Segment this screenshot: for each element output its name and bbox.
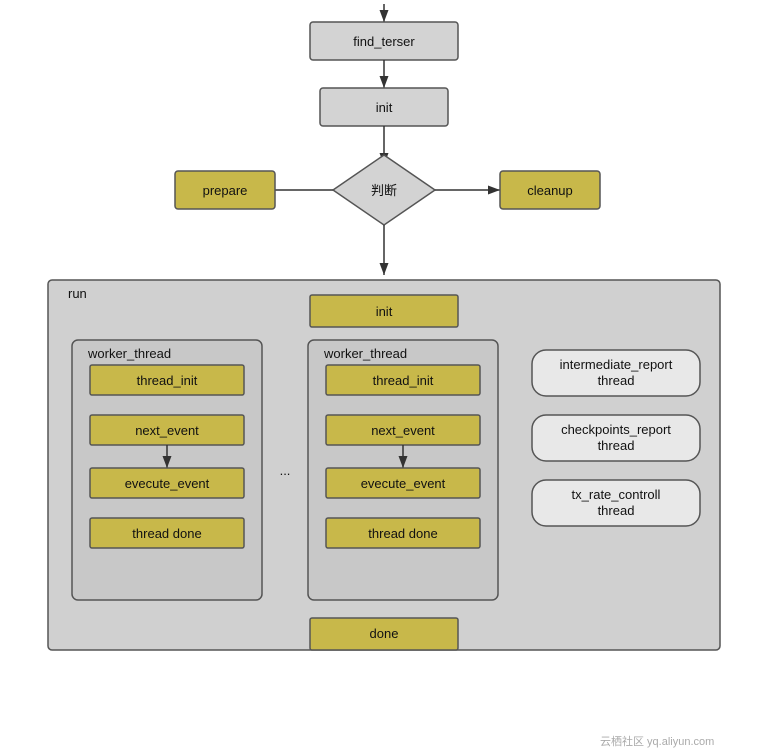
diagram-container: find_terser init 判断 prepare cleanup run … bbox=[0, 0, 768, 755]
tx-rate-label2: thread bbox=[598, 503, 635, 518]
worker1-thread-done-label: thread done bbox=[132, 526, 201, 541]
worker1-execute-event-label: evecute_event bbox=[125, 476, 210, 491]
worker1-next-event-label: next_event bbox=[135, 423, 199, 438]
checkpoints-report-label2: thread bbox=[598, 438, 635, 453]
intermediate-report-label2: thread bbox=[598, 373, 635, 388]
judge-label: 判断 bbox=[371, 183, 397, 198]
prepare-label: prepare bbox=[203, 183, 248, 198]
run-init-label: init bbox=[376, 304, 393, 319]
cleanup-label: cleanup bbox=[527, 183, 573, 198]
watermark: 云栖社区 yq.aliyun.com bbox=[600, 734, 714, 748]
run-label: run bbox=[68, 286, 87, 301]
worker2-thread-done-label: thread done bbox=[368, 526, 437, 541]
worker2-thread-init-label: thread_init bbox=[373, 373, 434, 388]
find-terser-label: find_terser bbox=[353, 34, 415, 49]
worker2-execute-event-label: evecute_event bbox=[361, 476, 446, 491]
run-done-label: done bbox=[370, 626, 399, 641]
checkpoints-report-label1: checkpoints_report bbox=[561, 422, 671, 437]
intermediate-report-label1: intermediate_report bbox=[560, 357, 673, 372]
worker2-next-event-label: next_event bbox=[371, 423, 435, 438]
worker2-label: worker_thread bbox=[323, 346, 407, 361]
ellipsis-label: ... bbox=[280, 463, 291, 478]
worker1-thread-init-label: thread_init bbox=[137, 373, 198, 388]
tx-rate-label1: tx_rate_controll bbox=[572, 487, 661, 502]
init-top-label: init bbox=[376, 100, 393, 115]
worker1-label: worker_thread bbox=[87, 346, 171, 361]
